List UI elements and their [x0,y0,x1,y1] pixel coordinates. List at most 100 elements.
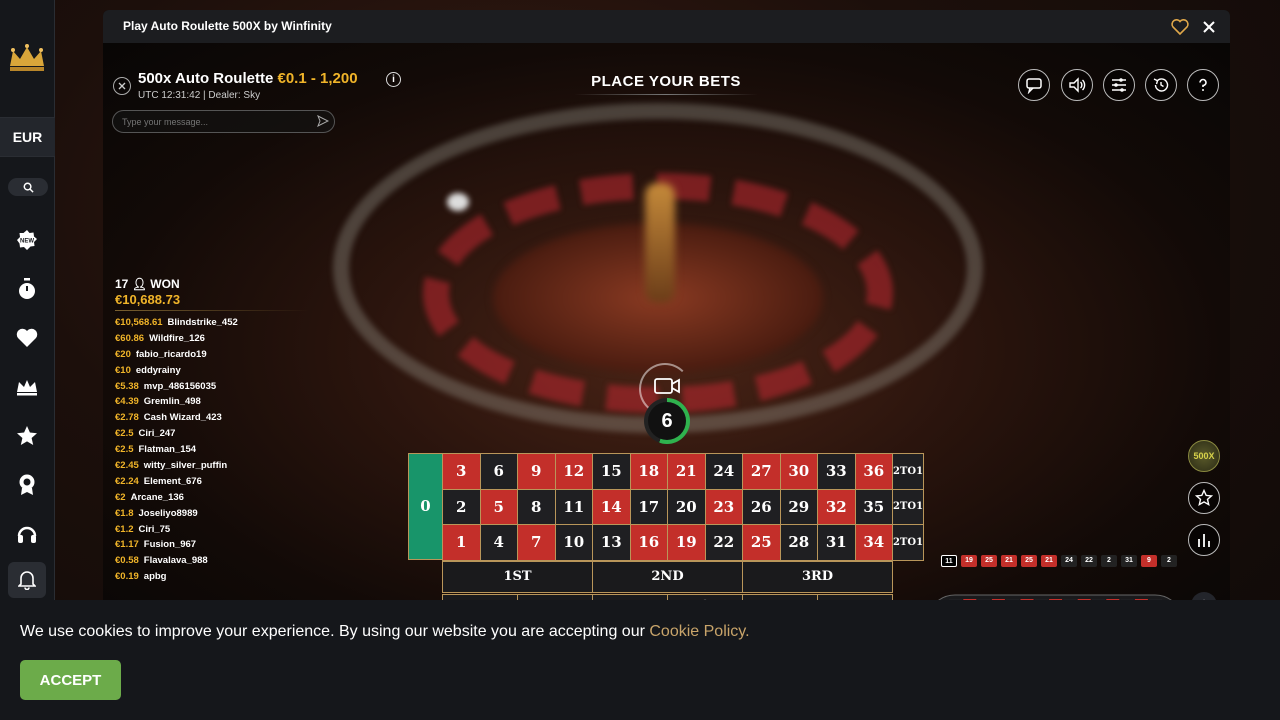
number-cell[interactable]: 14 [592,488,631,525]
expand-button[interactable]: + [1191,592,1217,600]
close-info-button[interactable] [113,77,131,95]
star-icon[interactable] [15,424,39,448]
winner-name: Flavalava_988 [143,555,208,567]
history-result: 21 [1001,555,1017,567]
number-cell[interactable]: 10 [554,524,593,561]
number-cell[interactable]: 12 [554,453,593,490]
winner-name: Fusion_967 [143,539,197,551]
number-cell[interactable]: 20 [667,488,706,525]
dealer-chat-button[interactable] [1018,69,1050,101]
cookie-banner: We use cookies to improve your experienc… [0,600,1280,720]
dozen-bet-cell[interactable]: 3RD [742,560,893,593]
cookie-text: We use cookies to improve your experienc… [20,623,645,640]
number-cell[interactable]: 25 [742,524,781,561]
number-cell[interactable]: 24 [704,453,743,490]
winner-name: mvp_486156035 [143,380,217,392]
notifications-button[interactable] [8,562,46,598]
crown-logo-icon[interactable] [7,42,47,74]
dozen-bet-cell[interactable]: 1ST [442,560,593,593]
number-cell[interactable]: 11 [554,488,593,525]
number-cell[interactable]: 21 [667,453,706,490]
info-icon[interactable]: i [386,72,401,87]
history-result: 24 [1061,555,1077,567]
history-result: 19 [961,555,977,567]
number-cell[interactable]: 35 [854,488,893,525]
winner-row: €2.45 witty_silver_puffin [115,460,238,476]
column-bet-cell[interactable]: 2TO1 [892,488,924,525]
number-cell[interactable]: 22 [704,524,743,561]
settings-button[interactable] [1103,69,1135,101]
number-cell[interactable]: 8 [517,488,556,525]
number-cell[interactable]: 3 [442,453,481,490]
winner-amount: €5.38 [115,380,139,392]
number-cell[interactable]: 6 [479,453,518,490]
new-badge-icon[interactable]: NEW [15,228,39,252]
number-cell[interactable]: 1 [442,524,481,561]
heart-icon[interactable] [15,326,39,350]
number-cell[interactable]: 28 [779,524,818,561]
number-cell[interactable]: 15 [592,453,631,490]
winner-row: €2.78 Cash Wizard_423 [115,412,238,428]
favorite-heart-icon[interactable] [1171,18,1189,36]
close-modal-icon[interactable] [1200,18,1218,36]
winner-row: €0.58 Flavalava_988 [115,555,238,571]
number-cell[interactable]: 29 [779,488,818,525]
search-button[interactable] [8,178,48,196]
statistics-button[interactable] [1188,524,1220,556]
game-modal: Play Auto Roulette 500X by Winfinity 500… [103,10,1230,600]
crown-icon[interactable] [15,375,39,399]
stopwatch-icon[interactable] [15,277,39,301]
number-cell[interactable]: 30 [779,453,818,490]
number-cell[interactable]: 9 [517,453,556,490]
number-cell[interactable]: 26 [742,488,781,525]
column-bet-cell[interactable]: 2TO1 [892,524,924,561]
winner-name: Blindstrike_452 [167,317,238,328]
number-cell[interactable]: 5 [479,488,518,525]
favorite-bets-button[interactable] [1188,482,1220,514]
number-cell[interactable]: 16 [629,524,668,561]
award-icon[interactable] [15,473,39,497]
history-result: 2 [1101,555,1117,567]
number-cell[interactable]: 17 [629,488,668,525]
winner-amount: €0.19 [115,571,139,583]
number-cell[interactable]: 19 [667,524,706,561]
winner-name: fabio_ricardo19 [135,348,207,360]
number-cell[interactable]: 27 [742,453,781,490]
svg-text:NEW: NEW [20,239,34,245]
number-cell[interactable]: 33 [817,453,856,490]
number-cell[interactable]: 18 [629,453,668,490]
number-cell[interactable]: 32 [817,488,856,525]
number-cell[interactable]: 2 [442,488,481,525]
number-cell[interactable]: 7 [517,524,556,561]
dozen-bet-cell[interactable]: 2ND [592,560,743,593]
countdown-value: 6 [648,402,686,440]
help-button[interactable] [1187,69,1219,101]
accept-cookies-button[interactable]: ACCEPT [20,660,121,700]
number-cell[interactable]: 34 [854,524,893,561]
number-cell[interactable]: 23 [704,488,743,525]
winner-amount: €10 [115,364,131,376]
close-icon [118,82,126,90]
headset-icon[interactable] [15,522,39,546]
history-result: 31 [1121,555,1137,567]
number-cell[interactable]: 4 [479,524,518,561]
send-icon[interactable] [317,115,329,127]
winner-name: Joseliyo8989 [138,507,198,519]
number-cell[interactable]: 13 [592,524,631,561]
column-bet-cell[interactable]: 2TO1 [892,453,924,490]
multiplier-button[interactable]: 500X [1188,440,1220,472]
video-camera-icon[interactable] [653,376,681,396]
winners-label: WON [150,277,180,291]
zero-cell[interactable]: 0 [408,453,443,560]
currency-selector[interactable]: EUR [0,118,55,156]
winner-name: witty_silver_puffin [143,460,228,472]
number-cell[interactable]: 36 [854,453,893,490]
racetrack-bet-area[interactable]: 524163312014319221829728123531026TIERORP… [925,593,1185,600]
cookie-policy-link[interactable]: Cookie Policy. [649,623,749,640]
number-cell[interactable]: 31 [817,524,856,561]
winner-row: €4.39 Gremlin_498 [115,396,238,412]
history-button[interactable] [1145,69,1177,101]
sound-button[interactable] [1061,69,1093,101]
chat-input[interactable] [112,110,335,133]
winner-row: €1.17 Fusion_967 [115,539,238,555]
